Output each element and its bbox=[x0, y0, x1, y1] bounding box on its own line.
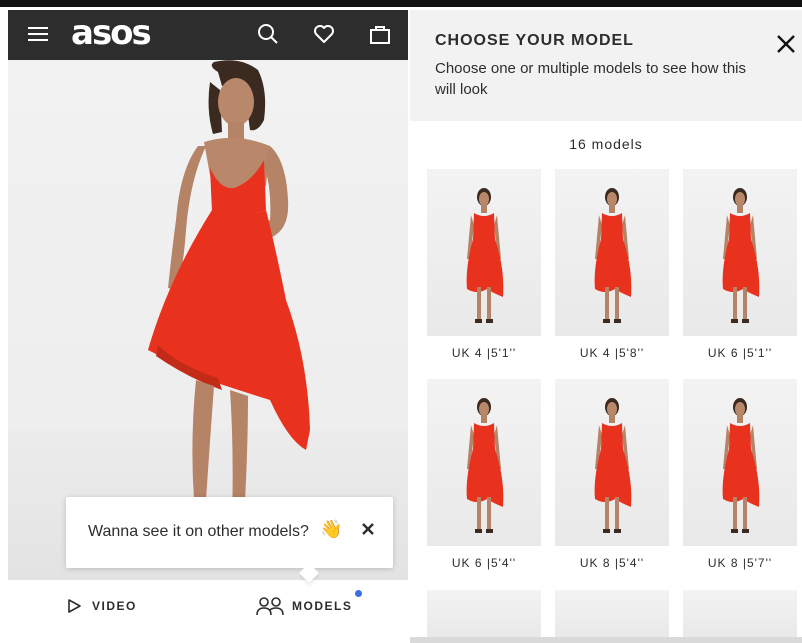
close-icon[interactable] bbox=[776, 34, 796, 54]
people-icon bbox=[256, 597, 284, 616]
model-card[interactable]: UK 8 |5'4'' bbox=[555, 379, 669, 570]
model-size-label: UK 4 |5'8'' bbox=[579, 346, 645, 360]
play-icon bbox=[68, 599, 81, 613]
close-icon[interactable] bbox=[360, 521, 376, 537]
model-thumbnail bbox=[555, 379, 669, 546]
model-card[interactable]: UK 4 |5'1'' bbox=[427, 169, 541, 360]
product-page: asos VIDEO MODELS Wanna see it on other … bbox=[8, 10, 408, 643]
search-icon[interactable] bbox=[256, 22, 280, 46]
site-header: asos bbox=[8, 10, 408, 60]
model-size-label: UK 4 |5'1'' bbox=[451, 346, 517, 360]
panel-subtitle: Choose one or multiple models to see how… bbox=[435, 60, 747, 98]
divider bbox=[410, 637, 802, 643]
heart-icon[interactable] bbox=[312, 22, 336, 46]
video-button[interactable]: VIDEO bbox=[66, 598, 137, 614]
model-card[interactable]: UK 6 |5'1'' bbox=[683, 169, 797, 360]
notification-dot bbox=[355, 590, 362, 597]
models-tooltip: Wanna see it on other models? 👋 bbox=[66, 497, 393, 583]
model-thumbnail bbox=[427, 379, 541, 546]
models-button[interactable]: MODELS bbox=[256, 590, 362, 616]
panel-header: CHOOSE YOUR MODEL Choose one or multiple… bbox=[410, 10, 802, 121]
panel-title: CHOOSE YOUR MODEL bbox=[435, 32, 634, 49]
menu-icon[interactable] bbox=[28, 26, 48, 42]
model-card[interactable]: UK 4 |5'8'' bbox=[555, 169, 669, 360]
wave-emoji-icon: 👋 bbox=[320, 519, 343, 539]
model-size-label: UK 8 |5'4'' bbox=[579, 556, 645, 570]
model-card[interactable] bbox=[427, 590, 541, 637]
video-label: VIDEO bbox=[92, 599, 137, 613]
model-card[interactable]: UK 8 |5'7'' bbox=[683, 379, 797, 570]
model-card[interactable] bbox=[555, 590, 669, 637]
model-size-label: UK 8 |5'7'' bbox=[707, 556, 773, 570]
model-thumbnail bbox=[683, 379, 797, 546]
status-strip bbox=[0, 0, 802, 10]
tooltip-text: Wanna see it on other models? bbox=[88, 523, 309, 540]
model-card[interactable]: UK 6 |5'4'' bbox=[427, 379, 541, 570]
bag-icon[interactable] bbox=[368, 22, 392, 46]
media-toggle-bar: VIDEO MODELS bbox=[8, 580, 408, 643]
model-thumbnail bbox=[427, 169, 541, 336]
model-size-label: UK 6 |5'4'' bbox=[451, 556, 517, 570]
models-label: MODELS bbox=[292, 599, 353, 613]
model-thumbnail bbox=[683, 169, 797, 336]
models-count: 16 models bbox=[569, 136, 643, 152]
asos-logo[interactable]: asos bbox=[71, 13, 152, 53]
model-thumbnail bbox=[555, 169, 669, 336]
choose-model-panel: CHOOSE YOUR MODEL Choose one or multiple… bbox=[410, 10, 802, 643]
model-size-label: UK 6 |5'1'' bbox=[707, 346, 773, 360]
model-card[interactable] bbox=[683, 590, 797, 637]
